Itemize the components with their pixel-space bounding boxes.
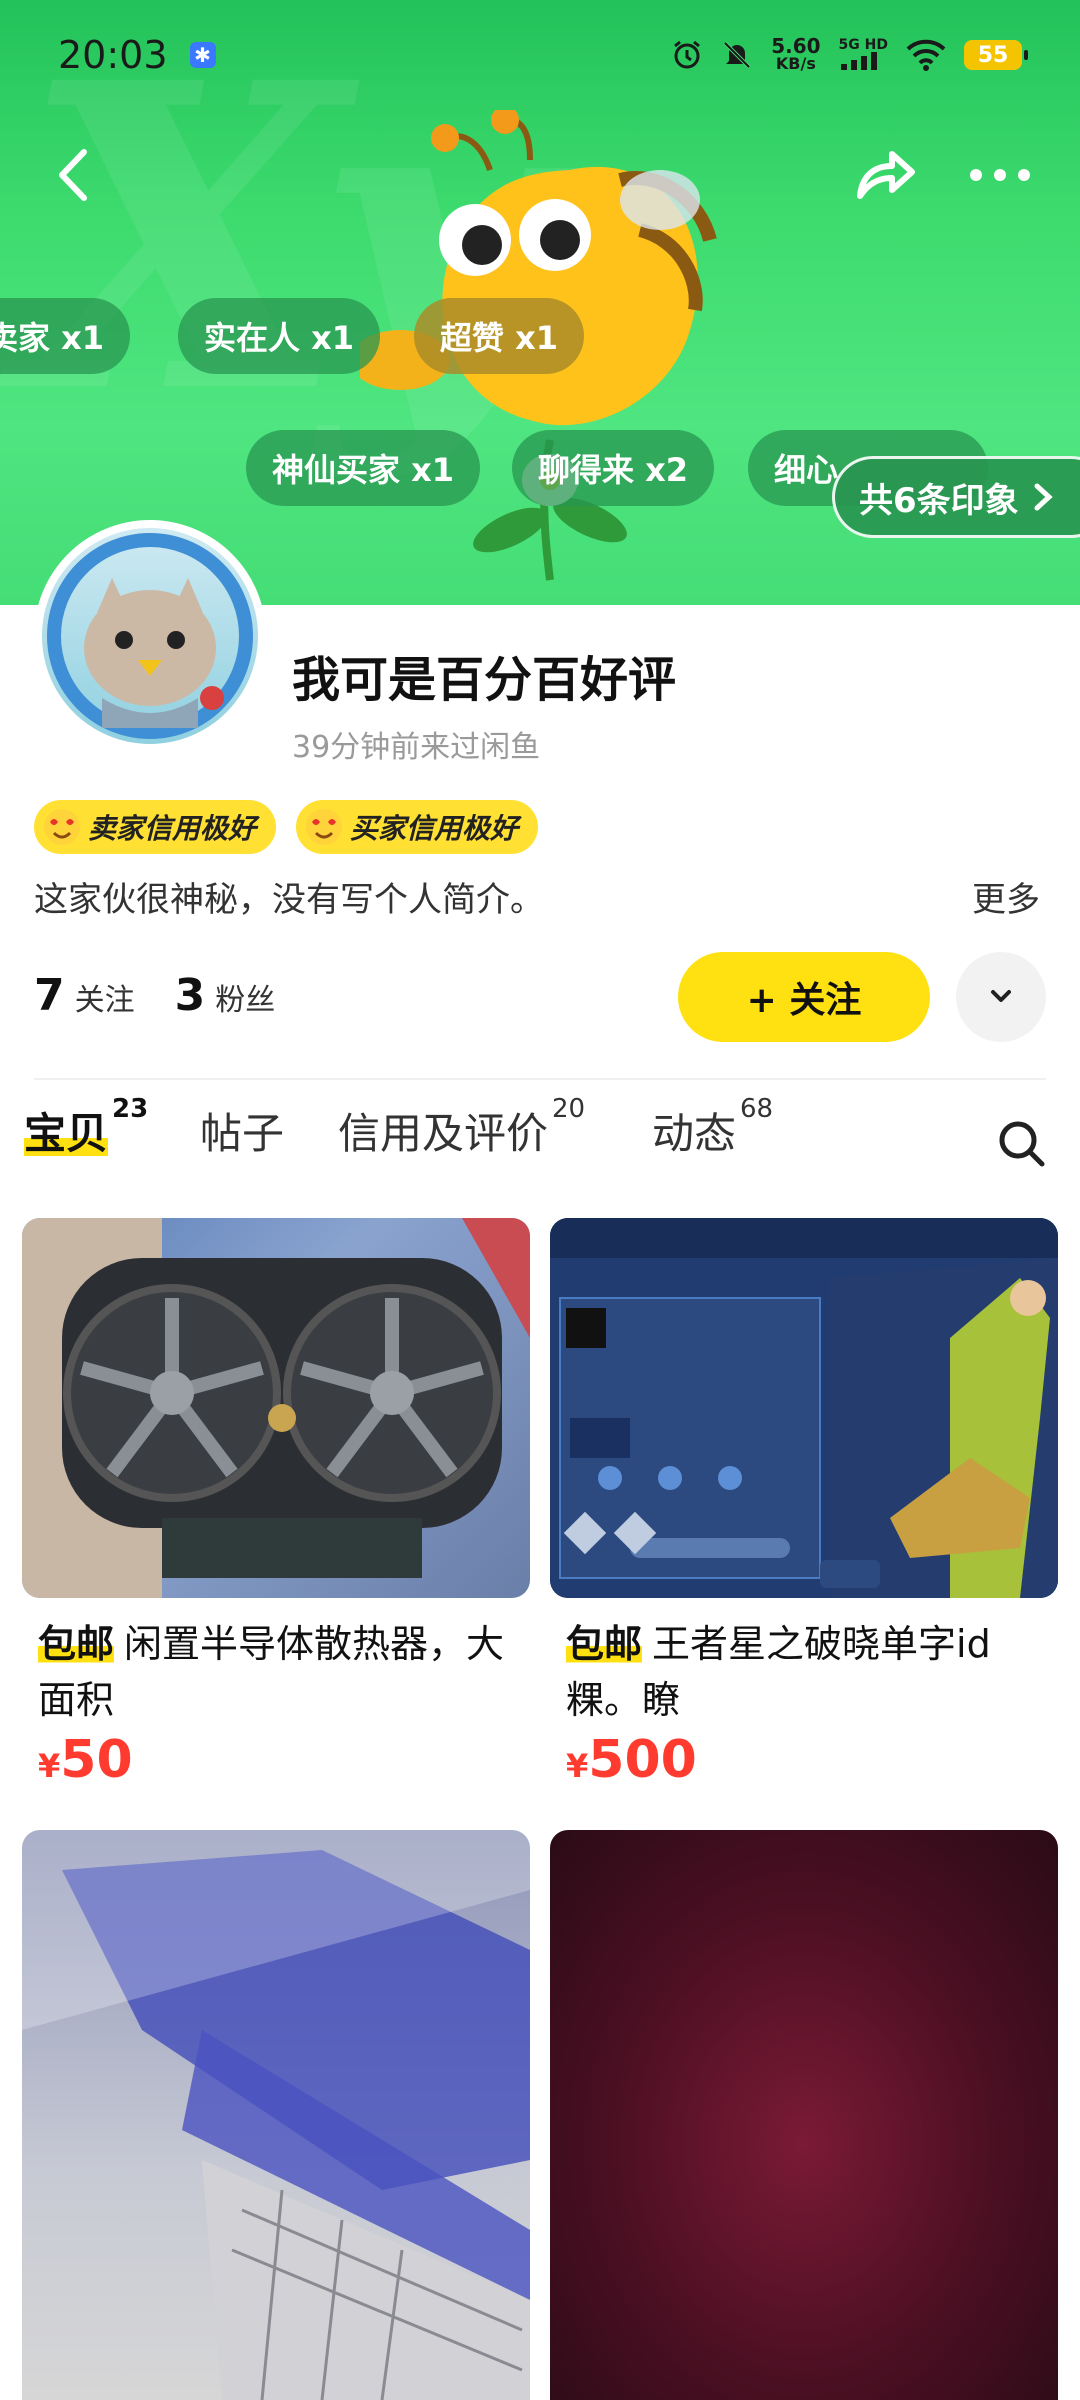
product-title: 包邮 闲置半导体散热器，大面积	[22, 1616, 530, 1728]
back-icon[interactable]	[40, 140, 110, 210]
buyer-credit-label: 买家信用极好	[350, 812, 519, 845]
signal-bars-icon	[840, 51, 877, 70]
follow-button[interactable]: + 关注	[678, 952, 930, 1042]
section-divider	[34, 1078, 1046, 1080]
network-speed-value: 5.60	[771, 34, 821, 58]
following-stat[interactable]: 7 关注	[34, 970, 135, 1021]
chevron-right-icon	[1034, 483, 1053, 511]
mute-icon	[723, 41, 751, 69]
cooler-photo	[22, 1218, 530, 1598]
tab-activity-label: 动态	[652, 1109, 737, 1158]
product-card[interactable]	[22, 1830, 530, 2400]
heart-eyes-emoji-icon	[306, 809, 342, 845]
share-icon[interactable]	[850, 140, 920, 210]
status-icons: 5.60 KB/s 5G HD 55	[671, 34, 1028, 73]
network-speed-unit: KB/s	[775, 54, 816, 73]
impression-tag: 卖家 x1	[0, 298, 131, 374]
signal-indicator: 5G HD	[839, 38, 888, 73]
app-notification-icon: ✱	[189, 42, 216, 68]
profile-banner: Xy 20:03 ✱ 5.60 KB/s 5G HD 55 卖家 x1 实在人 …	[0, 0, 1080, 605]
product-image	[22, 1830, 530, 2400]
avatar[interactable]	[34, 520, 266, 752]
product-price: ¥500	[550, 1730, 1058, 1790]
tab-posts[interactable]: 帖子	[200, 1100, 284, 1161]
search-icon[interactable]	[994, 1116, 1050, 1172]
tab-posts-label: 帖子	[200, 1109, 285, 1158]
tab-items-count: 23	[112, 1094, 149, 1124]
alarm-icon	[674, 40, 701, 69]
impression-tag: 超赞 x1	[414, 298, 585, 374]
wifi-icon	[906, 39, 946, 71]
status-bar: 20:03 ✱ 5.60 KB/s 5G HD 55	[0, 0, 1080, 110]
seller-credit-label: 卖家信用极好	[88, 812, 257, 845]
currency-symbol: ¥	[566, 1747, 589, 1785]
chevron-down-icon	[991, 990, 1011, 1002]
bio-text: 这家伙很神秘，没有写个人简介。	[34, 880, 544, 920]
buyer-credit-badge[interactable]: 买家信用极好	[296, 800, 539, 854]
status-time: 20:03	[58, 33, 168, 77]
tab-activity[interactable]: 动态 68	[652, 1094, 773, 1161]
price-amount: 500	[588, 1730, 697, 1790]
product-card[interactable]: 包邮 王者星之破晓单字id 粿。瞭 ¥500	[550, 1218, 1058, 1790]
battery-indicator: 55	[964, 40, 1028, 70]
free-shipping-label: 包邮	[38, 1622, 115, 1666]
price-amount: 50	[60, 1730, 133, 1790]
product-price: ¥50	[22, 1730, 530, 1790]
avatar-illustration	[47, 533, 253, 739]
followers-count: 3	[174, 970, 206, 1021]
tab-credit-reviews-count: 20	[552, 1094, 586, 1124]
network-type: 5G HD	[838, 36, 888, 53]
product-image	[550, 1218, 1058, 1598]
network-speed: 5.60 KB/s	[771, 34, 821, 73]
game-screenshot	[550, 1218, 1058, 1598]
expand-dropdown-button[interactable]	[956, 952, 1046, 1042]
impression-tag: 神仙买家 x1	[246, 430, 481, 506]
last-seen-text: 39分钟前来过闲鱼	[292, 730, 541, 765]
free-shipping-label: 包邮	[566, 1622, 643, 1666]
username: 我可是百分百好评	[292, 652, 677, 708]
avatar-image	[42, 528, 258, 744]
impression-tag: 实在人 x1	[178, 298, 381, 374]
product-title: 包邮 王者星之破晓单字id 粿。瞭	[550, 1616, 1058, 1728]
bagged-item-photo	[22, 1830, 530, 2400]
followers-stat[interactable]: 3 粉丝	[175, 970, 276, 1021]
following-label: 关注	[74, 983, 135, 1018]
following-count: 7	[34, 970, 65, 1021]
more-options-icon[interactable]	[960, 145, 1040, 205]
seller-credit-badge[interactable]: 卖家信用极好	[34, 800, 277, 854]
tab-credit-reviews[interactable]: 信用及评价 20	[338, 1094, 585, 1161]
product-card[interactable]	[550, 1830, 1058, 2400]
tab-items[interactable]: 宝贝 23	[24, 1094, 148, 1161]
content-tabs: 宝贝 23 帖子 信用及评价 20 动态 68	[24, 1094, 1064, 1200]
product-image	[22, 1218, 530, 1598]
follow-stats: 7 关注 3 粉丝	[34, 970, 275, 1021]
tab-activity-count: 68	[740, 1094, 774, 1124]
tab-credit-reviews-label: 信用及评价	[338, 1109, 549, 1158]
followers-label: 粉丝	[215, 983, 276, 1018]
product-card[interactable]: 包邮 闲置半导体散热器，大面积 ¥50	[22, 1218, 530, 1790]
tab-items-label: 宝贝	[24, 1100, 109, 1161]
heart-eyes-emoji-icon	[44, 809, 80, 845]
view-impressions-button[interactable]: 共6条印象	[832, 456, 1080, 538]
currency-symbol: ¥	[38, 1747, 61, 1785]
more-link[interactable]: 更多	[972, 872, 1040, 921]
view-impressions-label: 共6条印象	[859, 480, 1019, 521]
impression-tag: 聊得来 x2	[512, 430, 715, 506]
product-image	[550, 1830, 1058, 2400]
